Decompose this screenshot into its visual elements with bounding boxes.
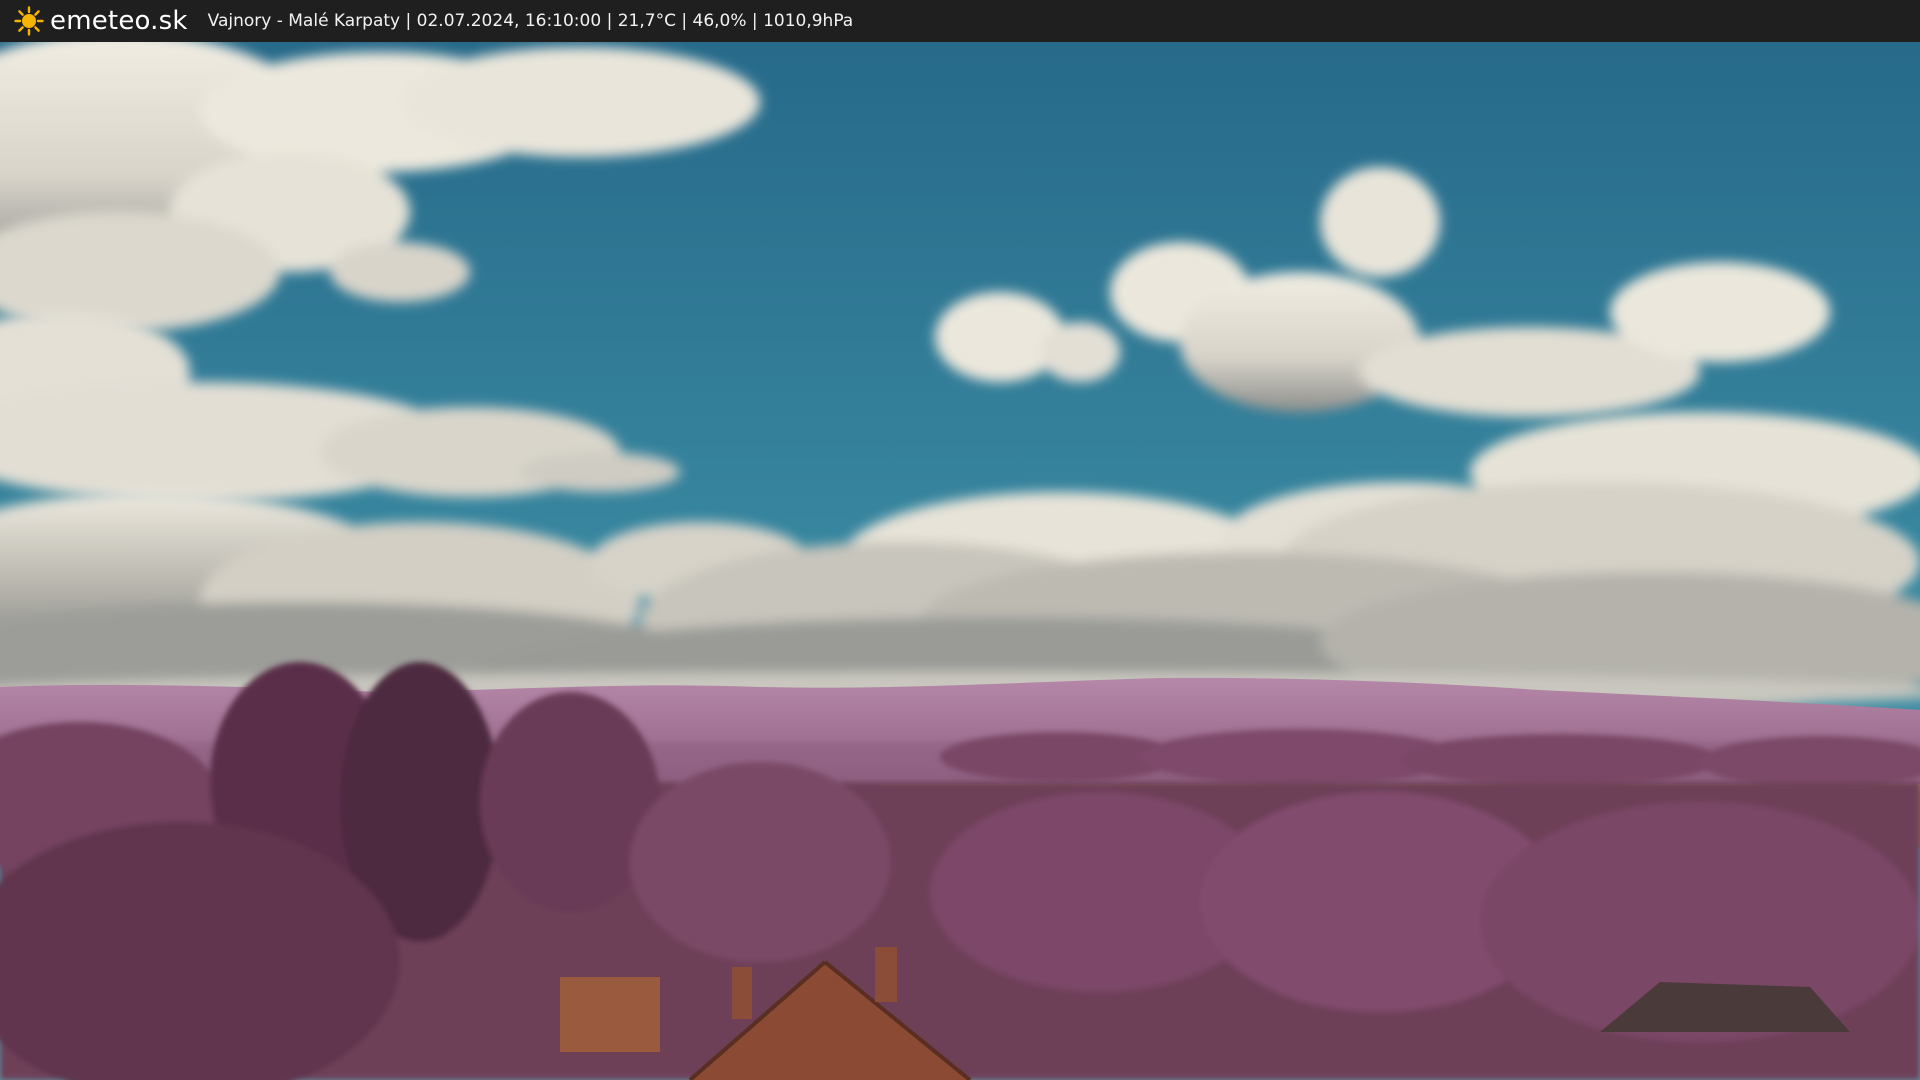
location-label: Vajnory - Malé Karpaty: [207, 11, 401, 31]
humidity-label: 46,0%: [692, 11, 747, 31]
webcam-image: [0, 42, 1920, 1080]
webcam-frame: emeteo.sk Vajnory - Malé Karpaty | 02.07…: [0, 0, 1920, 1080]
info-bar: emeteo.sk Vajnory - Malé Karpaty | 02.07…: [0, 0, 1920, 42]
brand-logo[interactable]: emeteo.sk: [14, 0, 188, 42]
pressure-label: 1010,9hPa: [763, 11, 854, 31]
separator: |: [601, 11, 618, 31]
datetime-label: 02.07.2024, 16:10:00: [416, 11, 602, 31]
separator: |: [675, 11, 693, 31]
sun-icon: [14, 6, 44, 36]
separator: |: [400, 11, 417, 31]
separator: |: [746, 11, 764, 31]
station-caption: Vajnory - Malé Karpaty | 02.07.2024, 16:…: [208, 11, 854, 31]
brand-name: emeteo.sk: [50, 6, 188, 36]
temperature-label: 21,7°C: [617, 11, 676, 31]
